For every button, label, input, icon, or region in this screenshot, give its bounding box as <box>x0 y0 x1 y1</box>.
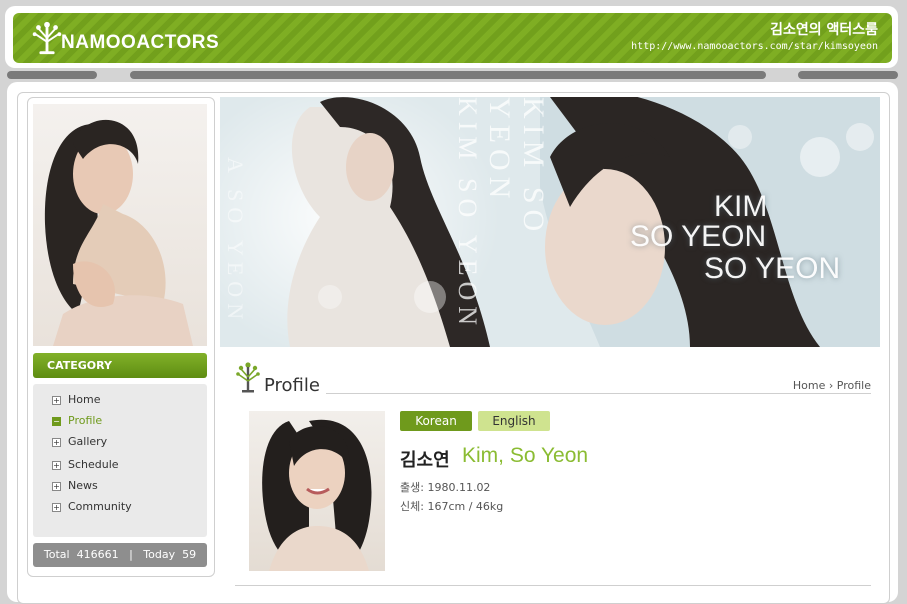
menu-item-label: Gallery <box>68 435 108 448</box>
breadcrumb-separator-icon: › <box>828 379 834 392</box>
korean-button[interactable]: Korean <box>400 411 472 431</box>
site-url[interactable]: http://www.namooactors.com/star/kimsoyeo… <box>631 41 878 52</box>
decor-strip <box>130 71 766 79</box>
name-korean: 김소연 <box>400 450 450 471</box>
page-title: Profile <box>264 375 320 396</box>
name-english: Kim, So Yeon <box>462 444 589 467</box>
decor-strip <box>7 71 97 79</box>
plus-icon: + <box>52 503 61 512</box>
header-bar: NAMOOACTORS 김소연의 액터스룸 http://www.namooac… <box>13 13 892 63</box>
plus-icon: + <box>52 396 61 405</box>
plus-icon: + <box>52 482 61 491</box>
hero-banner-image: KIM SO YEON KIM SO YEON A SO YEON KIM SO… <box>220 97 880 347</box>
banner-vertical-text: KIM SO YEON <box>483 97 550 238</box>
breadcrumb-home[interactable]: Home <box>793 379 825 392</box>
menu-item-label: News <box>68 479 98 492</box>
site-title: 김소연의 액터스룸 <box>770 22 878 38</box>
tree-icon <box>236 362 260 393</box>
banner-vertical-text: A SO YEON <box>223 157 248 326</box>
minus-icon: − <box>52 417 61 426</box>
banner-word-soyeon: SO YEON <box>704 252 841 285</box>
category-header: CATEGORY <box>33 353 207 378</box>
body-info: 신체: 167cm / 46kg <box>400 498 503 514</box>
plus-icon: + <box>52 438 61 447</box>
decor-strip <box>798 71 898 79</box>
menu-item-label: Schedule <box>68 458 119 471</box>
sidebar-portrait-image <box>33 104 207 346</box>
birth-info: 출생: 1980.11.02 <box>400 479 490 495</box>
banner-word-soyeon: SO YEON <box>630 220 767 253</box>
today-label: Today <box>143 548 176 561</box>
menu-item-label: Community <box>68 500 132 513</box>
total-value: 416661 <box>76 548 119 561</box>
birth-value: 1980.11.02 <box>427 481 491 494</box>
breadcrumb-current: Profile <box>836 379 871 392</box>
english-button[interactable]: English <box>478 411 550 431</box>
divider <box>235 585 871 586</box>
banner-word-kim: KIM <box>714 190 768 223</box>
menu-item-label: Home <box>68 393 101 406</box>
menu-item-label: Profile <box>68 414 103 427</box>
profile-photo <box>249 411 385 571</box>
breadcrumb: Home › Profile <box>793 379 871 392</box>
today-value: 59 <box>182 548 197 561</box>
category-menu: + Home − Profile + Gallery + Schedule + … <box>33 384 207 537</box>
total-label: Total <box>43 548 70 561</box>
birth-label: 출생: <box>400 481 424 494</box>
tree-icon[interactable] <box>29 19 65 57</box>
banner-vertical-text: KIM SO YEON <box>453 97 482 332</box>
body-value: 167cm / 46kg <box>427 500 504 513</box>
logo-text[interactable]: NAMOOACTORS <box>61 32 219 54</box>
body-label: 신체: <box>400 500 424 513</box>
plus-icon: + <box>52 461 61 470</box>
divider <box>326 393 871 394</box>
visitor-counter: Total 416661 | Today 59 <box>33 543 207 567</box>
